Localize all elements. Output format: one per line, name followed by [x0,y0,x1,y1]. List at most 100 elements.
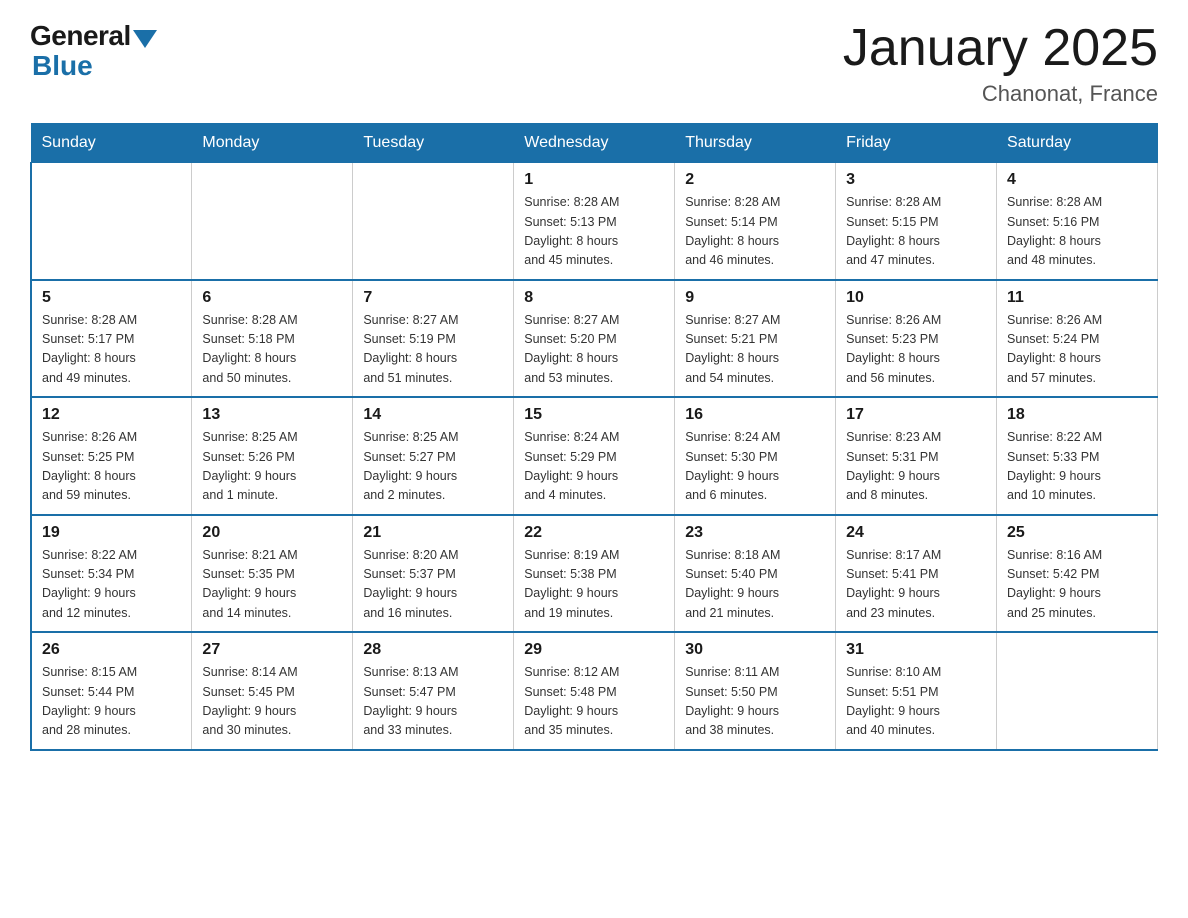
day-info: Sunrise: 8:18 AMSunset: 5:40 PMDaylight:… [685,546,825,624]
day-number: 3 [846,171,986,189]
header: General Blue January 2025 Chanonat, Fran… [30,20,1158,107]
day-number: 31 [846,641,986,659]
day-info: Sunrise: 8:23 AMSunset: 5:31 PMDaylight:… [846,428,986,506]
day-number: 16 [685,406,825,424]
calendar-cell: 9 Sunrise: 8:27 AMSunset: 5:21 PMDaylight… [675,280,836,398]
day-info: Sunrise: 8:14 AMSunset: 5:45 PMDaylight:… [202,663,342,741]
calendar-week-1: 1 Sunrise: 8:28 AMSunset: 5:13 PMDaylight… [31,163,1158,280]
calendar-cell: 5Sunrise: 8:28 AMSunset: 5:17 PMDaylight… [31,280,192,398]
calendar-cell: 19 Sunrise: 8:22 AMSunset: 5:34 PMDayligh… [31,515,192,633]
calendar-cell: 7 Sunrise: 8:27 AMSunset: 5:19 PMDaylight… [353,280,514,398]
day-info: Sunrise: 8:22 AMSunset: 5:33 PMDaylight:… [1007,428,1147,506]
weekday-header-thursday: Thursday [675,124,836,163]
day-number: 29 [524,641,664,659]
day-number: 23 [685,524,825,542]
calendar-cell: 31 Sunrise: 8:10 AMSunset: 5:51 PMDayligh… [836,632,997,750]
weekday-header-saturday: Saturday [997,124,1158,163]
day-info: Sunrise: 8:26 AMSunset: 5:23 PMDaylight:… [846,311,986,389]
day-number: 9 [685,289,825,307]
calendar-cell: 12 Sunrise: 8:26 AMSunset: 5:25 PMDayligh… [31,397,192,515]
calendar-cell: 27Sunrise: 8:14 AMSunset: 5:45 PMDayligh… [192,632,353,750]
day-info: Sunrise: 8:26 AMSunset: 5:24 PMDaylight:… [1007,311,1147,389]
day-info: Sunrise: 8:27 AMSunset: 5:19 PMDaylight:… [363,311,503,389]
calendar-week-2: 5Sunrise: 8:28 AMSunset: 5:17 PMDaylight… [31,280,1158,398]
day-number: 12 [42,406,181,424]
day-info: Sunrise: 8:25 AMSunset: 5:27 PMDaylight:… [363,428,503,506]
calendar-table: SundayMondayTuesdayWednesdayThursdayFrid… [30,123,1158,751]
calendar-cell: 18Sunrise: 8:22 AMSunset: 5:33 PMDayligh… [997,397,1158,515]
day-number: 19 [42,524,181,542]
day-info: Sunrise: 8:16 AMSunset: 5:42 PMDaylight:… [1007,546,1147,624]
day-info: Sunrise: 8:24 AMSunset: 5:30 PMDaylight:… [685,428,825,506]
day-info: Sunrise: 8:20 AMSunset: 5:37 PMDaylight:… [363,546,503,624]
day-number: 14 [363,406,503,424]
calendar-body: 1 Sunrise: 8:28 AMSunset: 5:13 PMDaylight… [31,163,1158,750]
day-number: 6 [202,289,342,307]
day-info: Sunrise: 8:17 AMSunset: 5:41 PMDaylight:… [846,546,986,624]
day-number: 11 [1007,289,1147,307]
day-number: 17 [846,406,986,424]
day-info: Sunrise: 8:24 AMSunset: 5:29 PMDaylight:… [524,428,664,506]
day-info: Sunrise: 8:28 AMSunset: 5:16 PMDaylight:… [1007,193,1147,271]
calendar-cell: 30 Sunrise: 8:11 AMSunset: 5:50 PMDayligh… [675,632,836,750]
day-info: Sunrise: 8:21 AMSunset: 5:35 PMDaylight:… [202,546,342,624]
calendar-cell: 2Sunrise: 8:28 AMSunset: 5:14 PMDaylight… [675,163,836,280]
calendar-title: January 2025 [843,20,1158,77]
logo-triangle-icon [133,30,157,48]
day-number: 26 [42,641,181,659]
calendar-cell: 16 Sunrise: 8:24 AMSunset: 5:30 PMDayligh… [675,397,836,515]
calendar-cell: 4 Sunrise: 8:28 AMSunset: 5:16 PMDaylight… [997,163,1158,280]
calendar-cell [353,163,514,280]
calendar-cell [192,163,353,280]
day-info: Sunrise: 8:28 AMSunset: 5:13 PMDaylight:… [524,193,664,271]
day-number: 21 [363,524,503,542]
calendar-cell: 10Sunrise: 8:26 AMSunset: 5:23 PMDayligh… [836,280,997,398]
day-number: 4 [1007,171,1147,189]
day-info: Sunrise: 8:28 AMSunset: 5:18 PMDaylight:… [202,311,342,389]
calendar-cell: 14 Sunrise: 8:25 AMSunset: 5:27 PMDayligh… [353,397,514,515]
calendar-cell: 25Sunrise: 8:16 AMSunset: 5:42 PMDayligh… [997,515,1158,633]
day-info: Sunrise: 8:28 AMSunset: 5:17 PMDaylight:… [42,311,181,389]
day-number: 15 [524,406,664,424]
day-info: Sunrise: 8:27 AMSunset: 5:21 PMDaylight:… [685,311,825,389]
calendar-cell: 17 Sunrise: 8:23 AMSunset: 5:31 PMDayligh… [836,397,997,515]
day-info: Sunrise: 8:12 AMSunset: 5:48 PMDaylight:… [524,663,664,741]
calendar-cell: 21 Sunrise: 8:20 AMSunset: 5:37 PMDayligh… [353,515,514,633]
calendar-cell: 11 Sunrise: 8:26 AMSunset: 5:24 PMDayligh… [997,280,1158,398]
calendar-cell: 24Sunrise: 8:17 AMSunset: 5:41 PMDayligh… [836,515,997,633]
calendar-cell: 22Sunrise: 8:19 AMSunset: 5:38 PMDayligh… [514,515,675,633]
weekday-header-row: SundayMondayTuesdayWednesdayThursdayFrid… [31,124,1158,163]
calendar-cell: 13 Sunrise: 8:25 AMSunset: 5:26 PMDayligh… [192,397,353,515]
calendar-cell: 3Sunrise: 8:28 AMSunset: 5:15 PMDaylight… [836,163,997,280]
calendar-cell: 15 Sunrise: 8:24 AMSunset: 5:29 PMDayligh… [514,397,675,515]
calendar-header: SundayMondayTuesdayWednesdayThursdayFrid… [31,124,1158,163]
day-number: 1 [524,171,664,189]
day-info: Sunrise: 8:28 AMSunset: 5:14 PMDaylight:… [685,193,825,271]
calendar-cell: 1 Sunrise: 8:28 AMSunset: 5:13 PMDaylight… [514,163,675,280]
calendar-cell: 29 Sunrise: 8:12 AMSunset: 5:48 PMDayligh… [514,632,675,750]
calendar-cell: 6 Sunrise: 8:28 AMSunset: 5:18 PMDaylight… [192,280,353,398]
day-info: Sunrise: 8:11 AMSunset: 5:50 PMDaylight:… [685,663,825,741]
day-info: Sunrise: 8:13 AMSunset: 5:47 PMDaylight:… [363,663,503,741]
logo-blue-text: Blue [30,50,93,82]
weekday-header-monday: Monday [192,124,353,163]
day-info: Sunrise: 8:19 AMSunset: 5:38 PMDaylight:… [524,546,664,624]
calendar-cell: 8Sunrise: 8:27 AMSunset: 5:20 PMDaylight… [514,280,675,398]
day-number: 7 [363,289,503,307]
day-info: Sunrise: 8:26 AMSunset: 5:25 PMDaylight:… [42,428,181,506]
weekday-header-sunday: Sunday [31,124,192,163]
day-number: 13 [202,406,342,424]
calendar-subtitle: Chanonat, France [843,81,1158,107]
calendar-cell [31,163,192,280]
day-number: 30 [685,641,825,659]
weekday-header-tuesday: Tuesday [353,124,514,163]
calendar-cell: 23 Sunrise: 8:18 AMSunset: 5:40 PMDayligh… [675,515,836,633]
day-info: Sunrise: 8:25 AMSunset: 5:26 PMDaylight:… [202,428,342,506]
day-number: 8 [524,289,664,307]
day-info: Sunrise: 8:22 AMSunset: 5:34 PMDaylight:… [42,546,181,624]
calendar-cell: 20 Sunrise: 8:21 AMSunset: 5:35 PMDayligh… [192,515,353,633]
calendar-week-3: 12 Sunrise: 8:26 AMSunset: 5:25 PMDayligh… [31,397,1158,515]
day-number: 28 [363,641,503,659]
day-number: 20 [202,524,342,542]
day-info: Sunrise: 8:10 AMSunset: 5:51 PMDaylight:… [846,663,986,741]
